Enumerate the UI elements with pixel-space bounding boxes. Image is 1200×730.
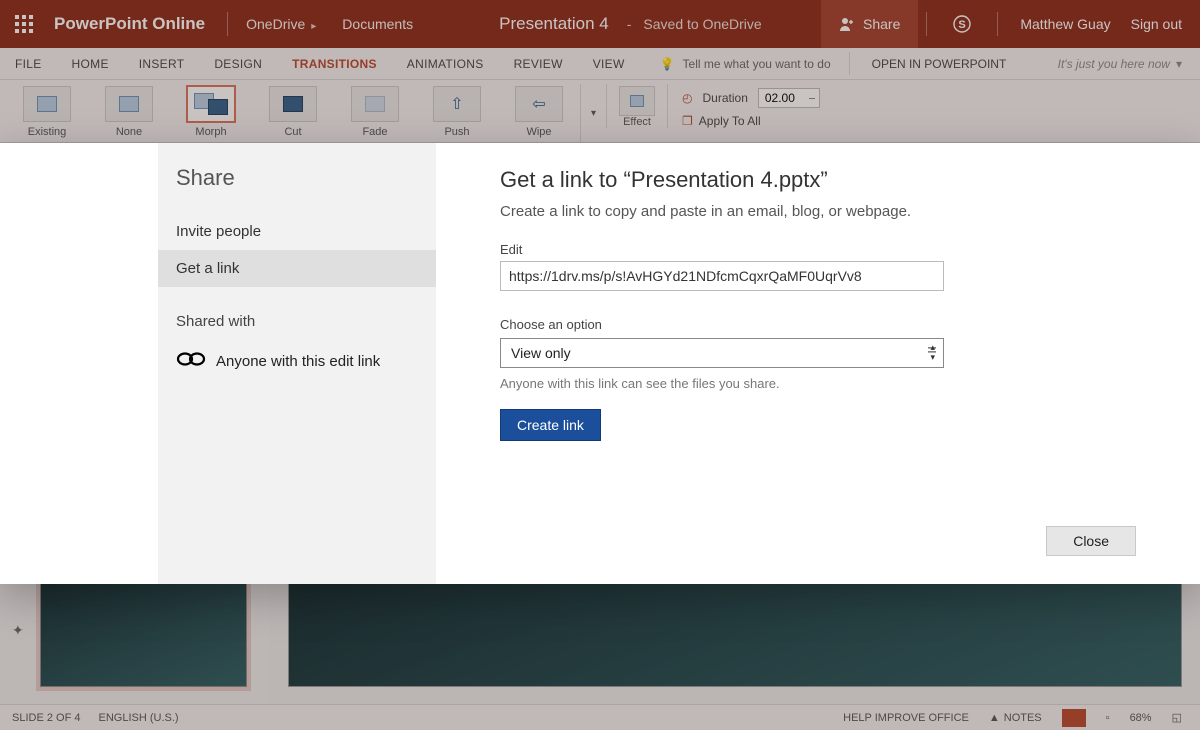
share-menu-invite[interactable]: Invite people <box>158 213 436 250</box>
share-sidebar: Share Invite people Get a link Shared wi… <box>158 143 436 584</box>
permission-hint: Anyone with this link can see the files … <box>500 376 1136 391</box>
shared-with-entry[interactable]: Anyone with this edit link <box>158 344 436 378</box>
edit-link-label: Edit <box>500 242 1136 257</box>
close-button[interactable]: Close <box>1046 526 1136 556</box>
create-link-button[interactable]: Create link <box>500 409 601 441</box>
permission-select[interactable]: View only <box>500 338 944 368</box>
shared-with-text: Anyone with this edit link <box>216 353 380 370</box>
dialog-gutter <box>0 143 158 584</box>
share-main: Get a link to “Presentation 4.pptx” Crea… <box>436 143 1200 584</box>
link-icon <box>176 350 206 372</box>
choose-option-label: Choose an option <box>500 317 1136 332</box>
share-panel-title: Share <box>158 165 436 213</box>
share-dialog: Share Invite people Get a link Shared wi… <box>0 143 1200 584</box>
shared-with-heading: Shared with <box>158 287 436 344</box>
share-heading: Get a link to “Presentation 4.pptx” <box>500 167 1136 193</box>
share-menu-get-link[interactable]: Get a link <box>158 250 436 287</box>
share-url-input[interactable] <box>500 261 944 291</box>
share-description: Create a link to copy and paste in an em… <box>500 203 1136 220</box>
